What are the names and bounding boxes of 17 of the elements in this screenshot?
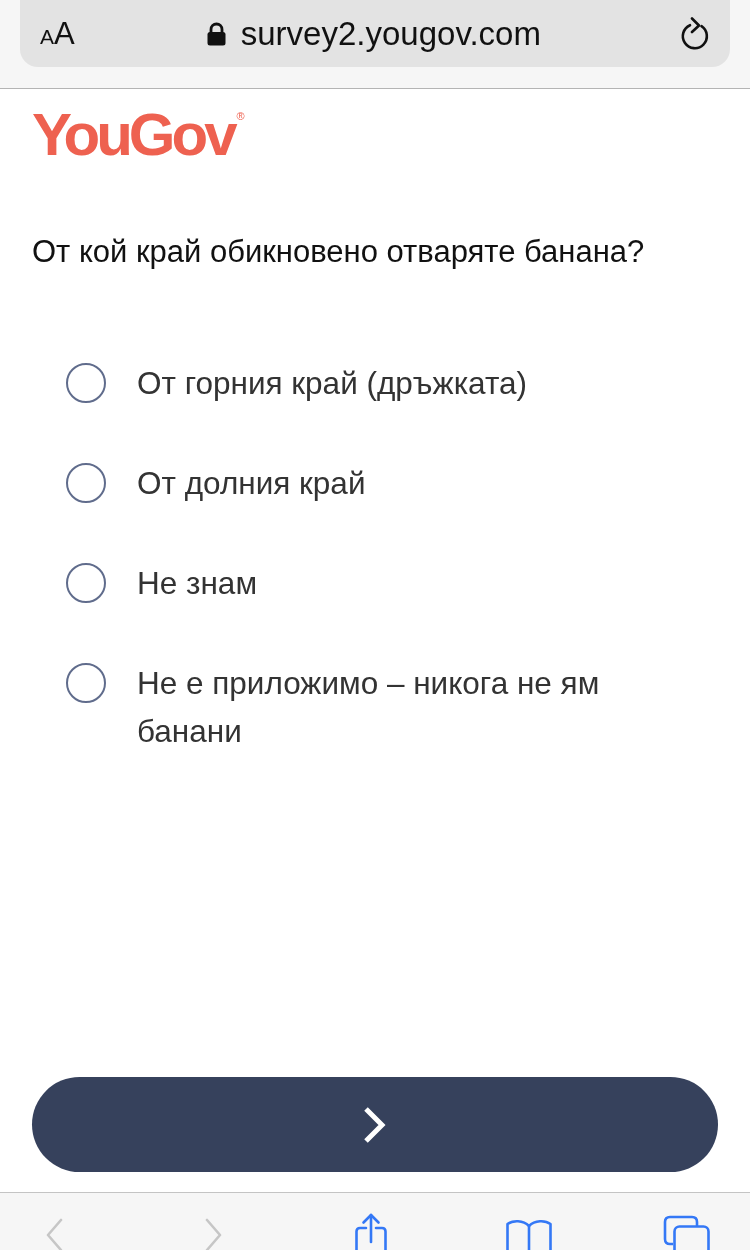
chevron-right-icon bbox=[363, 1105, 387, 1144]
url-text[interactable]: survey2.yougov.com bbox=[240, 13, 541, 54]
radio-button[interactable] bbox=[66, 463, 106, 504]
radio-button[interactable] bbox=[66, 663, 106, 704]
radio-button[interactable] bbox=[66, 363, 106, 404]
yougov-logo: YouGov® bbox=[32, 105, 245, 165]
option-label[interactable]: От долния край bbox=[137, 459, 366, 508]
book-icon[interactable] bbox=[505, 1218, 553, 1250]
share-icon[interactable] bbox=[352, 1212, 390, 1250]
tabs-icon[interactable] bbox=[663, 1215, 711, 1250]
radio-button[interactable] bbox=[66, 563, 106, 604]
option-label[interactable]: Не знам bbox=[137, 559, 258, 608]
option-label[interactable]: Не е приложимо – никога не ям банани bbox=[137, 659, 637, 756]
reload-icon[interactable] bbox=[680, 17, 710, 50]
option-label[interactable]: От горния край (дръжката) bbox=[137, 359, 527, 408]
text-size-button[interactable]: AA bbox=[40, 18, 75, 49]
question-text: От кой край обикновено отваряте банана? bbox=[32, 233, 645, 271]
